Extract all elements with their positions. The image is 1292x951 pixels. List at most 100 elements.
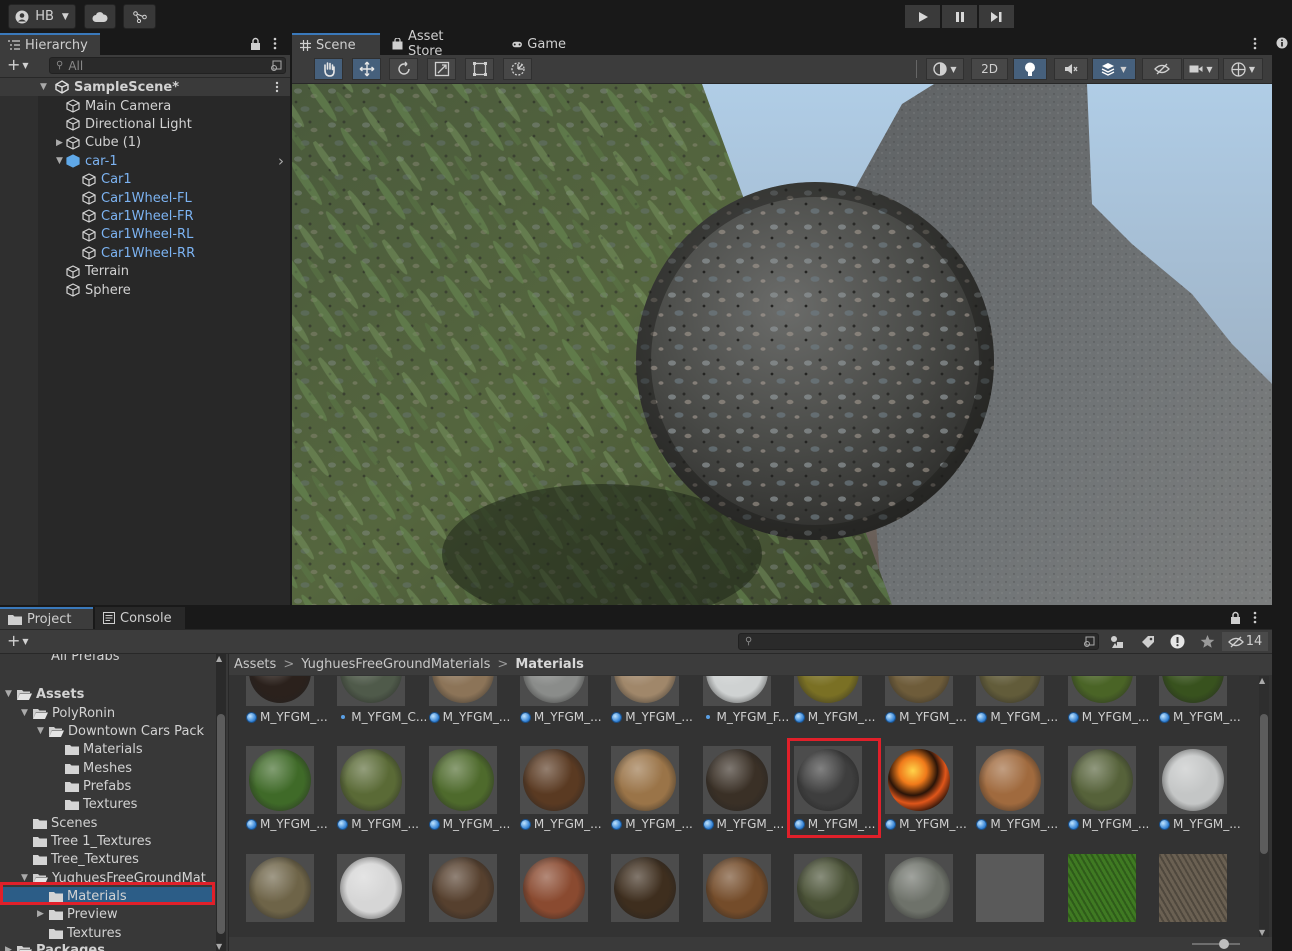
hierarchy-item[interactable]: ▶Terrain [0, 263, 290, 281]
hand-tool-button[interactable] [314, 58, 343, 80]
tab-scene[interactable]: Scene [292, 33, 380, 55]
tree-scrollbar-thumb[interactable] [217, 714, 225, 934]
scroll-down-icon[interactable]: ▼ [216, 942, 222, 951]
breadcrumb-item-materials[interactable]: Materials [515, 657, 584, 672]
material-asset[interactable] [1142, 854, 1232, 937]
tree-scrollbar[interactable]: ▲ ▼ [216, 654, 226, 951]
favorite-star-icon[interactable] [1200, 634, 1215, 649]
lock-icon[interactable] [1230, 611, 1241, 624]
info-icon[interactable] [1276, 37, 1288, 49]
folder-icon [33, 818, 47, 829]
hierarchy-item[interactable]: ▶Car1Wheel-FL [0, 189, 290, 207]
transform-tool-button[interactable] [503, 58, 532, 80]
more-menu-icon[interactable] [273, 37, 277, 50]
pause-button[interactable] [942, 5, 977, 28]
scene-viewport[interactable] [292, 84, 1272, 605]
icon-size-slider-thumb[interactable] [1219, 939, 1229, 949]
audio-toggle[interactable] [1054, 58, 1088, 80]
step-button[interactable] [979, 5, 1014, 28]
folder-tree-item[interactable]: ▶Prefabs [0, 777, 214, 795]
hierarchy-item[interactable]: ▶Directional Light [0, 115, 290, 133]
rect-tool-button[interactable] [465, 58, 494, 80]
project-search-input[interactable]: ⚲ [738, 633, 1099, 650]
collapse-arrow-icon[interactable]: ▶ [56, 138, 66, 148]
gizmo-globe-icon [1231, 61, 1246, 77]
scale-tool-button[interactable] [427, 58, 456, 80]
scene-visibility-toggle[interactable] [1142, 58, 1182, 80]
lock-icon[interactable] [250, 37, 261, 50]
effects-dropdown[interactable]: ▼ [1092, 58, 1136, 80]
material-asset[interactable]: M_YFGM_... [1142, 746, 1241, 846]
hierarchy-item[interactable]: ▶Car1Wheel-RL [0, 226, 290, 244]
tab-hierarchy[interactable]: Hierarchy [0, 33, 100, 55]
expand-arrow-icon[interactable]: ▼ [37, 726, 49, 736]
scroll-up-icon[interactable]: ▲ [216, 654, 222, 663]
scroll-up-icon[interactable]: ▲ [1259, 676, 1265, 685]
expand-arrow-icon[interactable]: ▼ [5, 689, 17, 699]
expand-arrow-icon[interactable]: ▼ [21, 708, 33, 718]
move-tool-button[interactable] [352, 58, 381, 80]
collapse-arrow-icon[interactable]: ▶ [37, 909, 49, 919]
more-menu-icon[interactable] [1253, 37, 1257, 50]
folder-tree-item[interactable]: ▼ Assets [0, 685, 214, 703]
grid-scrollbar[interactable]: ▲ ▼ [1259, 676, 1269, 937]
draw-mode-dropdown[interactable]: ▼ [926, 58, 964, 80]
scroll-down-icon[interactable]: ▼ [1259, 928, 1265, 937]
hidden-packages-toggle[interactable]: 14 [1222, 632, 1268, 651]
hierarchy-item[interactable]: ▶Car1Wheel-FR [0, 207, 290, 225]
label-tag-icon[interactable] [1141, 635, 1155, 649]
rotate-tool-button[interactable] [389, 58, 418, 80]
collab-button[interactable] [123, 4, 156, 29]
collapse-arrow-icon[interactable]: ▶ [5, 945, 17, 951]
folder-tree-item[interactable]: ▶ Preview [0, 905, 214, 923]
folder-tree-item[interactable]: ▶Materials [0, 740, 214, 758]
grid-scrollbar-thumb[interactable] [1260, 714, 1268, 854]
folder-tree-item[interactable]: ▶Tree_Textures [0, 850, 214, 868]
expand-arrow-icon[interactable]: ▼ [40, 82, 50, 92]
open-prefab-arrow-icon[interactable]: › [278, 152, 284, 170]
breadcrumb-item-yughues[interactable]: YughuesFreeGroundMaterials [301, 657, 490, 672]
search-by-type-icon[interactable] [1083, 636, 1095, 648]
folder-tree-item[interactable]: ▶Tree 1_Textures [0, 832, 214, 850]
create-asset-button[interactable]: + ▼ [7, 633, 29, 650]
hierarchy-item[interactable]: ▶Main Camera [0, 97, 290, 115]
hierarchy-item[interactable]: ▶Sphere [0, 281, 290, 299]
hierarchy-panel: Hierarchy +▼ ⚲ All ▼ SampleScene* ▶Main … [0, 33, 291, 605]
warning-filter-icon[interactable] [1170, 634, 1185, 649]
scene-row[interactable]: ▼ SampleScene* [0, 78, 290, 96]
tab-console[interactable]: Console [95, 607, 185, 629]
folder-tree-item[interactable]: ▶All Prefabs [0, 654, 214, 665]
tab-game[interactable]: Game [504, 33, 574, 55]
account-dropdown[interactable]: HB ▼ [8, 4, 76, 29]
folder-tree-item[interactable]: ▶Meshes [0, 759, 214, 777]
mode-2d-button[interactable]: 2D [971, 58, 1008, 80]
expand-arrow-icon[interactable]: ▼ [56, 156, 66, 166]
folder-tree-item[interactable]: ▶Textures [0, 924, 214, 942]
hierarchy-item[interactable]: ▶Car1 [0, 171, 290, 189]
folder-tree-item[interactable]: ▼ PolyRonin [0, 704, 214, 722]
folder-tree-item[interactable]: ▶Scenes [0, 814, 214, 832]
search-by-type-filter-icon[interactable] [1110, 635, 1124, 649]
add-object-button[interactable]: + ▼ [7, 57, 29, 74]
hierarchy-item[interactable]: ▶Car1Wheel-RR [0, 244, 290, 262]
folder-tree-item[interactable]: ▶Textures [0, 795, 214, 813]
scene-camera-dropdown[interactable]: ▼ [1183, 58, 1219, 80]
hierarchy-item[interactable]: ▼ car-1 › [0, 152, 290, 170]
icon-size-slider[interactable] [1192, 943, 1240, 945]
folder-tree-item[interactable]: ▶ Packages [0, 941, 214, 951]
folder-tree-item[interactable]: ▼ Downtown Cars Pack [0, 722, 214, 740]
play-button[interactable] [905, 5, 940, 28]
hierarchy-item[interactable]: ▶ Cube (1) [0, 134, 290, 152]
lighting-toggle[interactable] [1013, 58, 1047, 80]
cloud-button[interactable] [84, 4, 116, 29]
tab-asset-store[interactable]: Asset Store [384, 29, 490, 59]
scene-menu-icon[interactable] [275, 81, 279, 93]
tab-project[interactable]: Project [0, 607, 93, 629]
more-menu-icon[interactable] [1253, 611, 1257, 624]
audio-muted-icon [1065, 64, 1078, 74]
breadcrumb-item-assets[interactable]: Assets [234, 657, 276, 672]
search-by-type-icon[interactable] [270, 60, 282, 72]
gizmos-dropdown[interactable]: ▼ [1223, 58, 1263, 80]
hierarchy-search-input[interactable]: ⚲ All [49, 57, 286, 74]
hierarchy-item-label: Car1Wheel-RR [101, 245, 196, 261]
